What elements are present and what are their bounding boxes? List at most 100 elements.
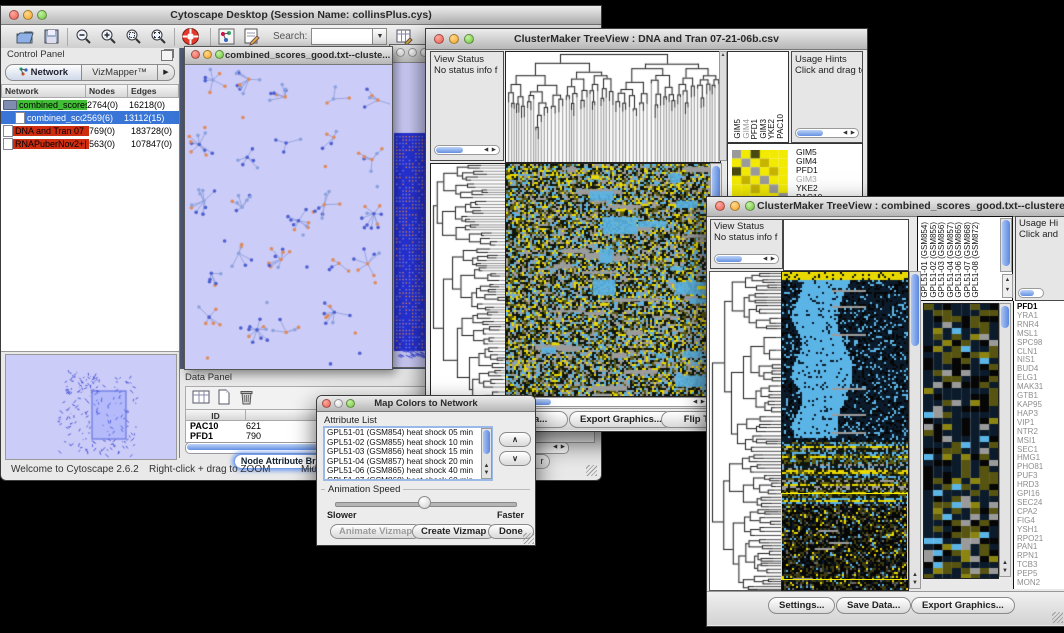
save-data-button[interactable]: Save Data... xyxy=(836,597,911,614)
tab-vizmapper[interactable]: VizMapper™ xyxy=(82,64,158,81)
zoom-out-icon[interactable] xyxy=(74,27,93,46)
network-row[interactable]: RNAPuberNov2+| 563(0) 107847(0) xyxy=(1,137,179,150)
usage-hints-panel: Usage Hi Click and xyxy=(1015,216,1064,301)
delete-attribute-icon[interactable] xyxy=(238,389,257,408)
map-colors-dialog: Map Colors to Network Attribute List GPL… xyxy=(316,395,536,546)
search-input[interactable] xyxy=(311,28,373,45)
row-dendrogram[interactable] xyxy=(709,271,783,591)
col-labels-arrows[interactable]: ▲▼ xyxy=(1002,274,1013,298)
close-icon[interactable] xyxy=(9,10,19,20)
treeview-combined-window: ClusterMaker TreeView : combined_scores_… xyxy=(706,196,1064,627)
resize-grip[interactable] xyxy=(586,465,597,476)
zoom-vscrollbar[interactable]: ▲▼ xyxy=(999,303,1011,577)
data-col-id[interactable]: ID xyxy=(186,409,246,421)
control-panel-title: Control Panel xyxy=(7,49,65,60)
minimize-icon[interactable] xyxy=(23,10,33,20)
save-icon[interactable] xyxy=(42,27,61,46)
close-icon[interactable] xyxy=(396,48,405,57)
col-dendro-scroll[interactable]: ▲ xyxy=(719,51,727,161)
animate-vizmap-button[interactable]: Animate Vizmap xyxy=(330,524,421,539)
attribute-item[interactable]: GPL51-04 (GSM857) heat shock 20 min xyxy=(325,457,491,467)
attribute-item[interactable]: GPL51-06 (GSM865) heat shock 40 min xyxy=(325,466,491,476)
close-icon[interactable] xyxy=(191,50,200,59)
column-labels-panel: GPL51-01 (GSM854) GPL51-02 (GSM855) GPL5… xyxy=(917,216,1013,301)
minimize-icon[interactable] xyxy=(408,48,417,57)
row-dendrogram[interactable] xyxy=(430,163,506,410)
zoom-selected-icon[interactable] xyxy=(124,27,143,46)
minimize-icon[interactable] xyxy=(334,399,343,408)
zoom-window-icon[interactable] xyxy=(745,201,755,211)
usage-hints-text: Click and drag tc xyxy=(792,65,862,76)
close-icon[interactable] xyxy=(434,34,444,44)
tab-more-arrow[interactable]: ▶ xyxy=(158,64,175,81)
resize-grip[interactable] xyxy=(523,533,534,544)
close-icon[interactable] xyxy=(322,399,331,408)
view-status-text: No status info f xyxy=(431,65,503,76)
net-col-nodes[interactable]: Nodes xyxy=(86,84,128,98)
gene-label[interactable]: MON2 xyxy=(1017,579,1064,588)
status-hscrollbar[interactable]: ◀ ▶ xyxy=(714,254,779,264)
main-titlebar[interactable]: Cytoscape Desktop (Session Name: collins… xyxy=(1,6,601,25)
animation-speed-group: Animation Speed Slower Faster xyxy=(321,489,530,520)
minimize-icon[interactable] xyxy=(449,34,459,44)
status-hscrollbar[interactable]: ◀ ▶ xyxy=(434,145,500,155)
tab-network[interactable]: Network xyxy=(5,64,82,81)
zoom-window-icon[interactable] xyxy=(346,399,355,408)
net-col-network[interactable]: Network xyxy=(1,84,86,98)
zoom-in-icon[interactable] xyxy=(99,27,118,46)
attribute-list-vscrollbar[interactable]: ▲▼ xyxy=(481,428,492,479)
treeview-dna-title: ClusterMaker TreeView : DNA and Tran 07-… xyxy=(426,29,867,49)
open-file-icon[interactable] xyxy=(15,27,34,46)
attribute-item[interactable]: GPL51-03 (GSM856) heat shock 15 min xyxy=(325,447,491,457)
zoom-fit-icon[interactable] xyxy=(149,27,168,46)
attribute-list[interactable]: GPL51-01 (GSM854) heat shock 05 min GPL5… xyxy=(323,426,493,481)
create-vizmap-button[interactable]: Create Vizmap xyxy=(412,524,495,539)
birdseye-view[interactable] xyxy=(5,354,177,460)
move-down-button[interactable]: ∨ xyxy=(499,451,531,466)
faster-label: Faster xyxy=(497,510,524,520)
float-panel-icon[interactable] xyxy=(161,50,173,61)
export-graphics-button[interactable]: Export Graphics... xyxy=(569,411,673,428)
move-up-button[interactable]: ∧ xyxy=(499,432,531,447)
network-overview-icon[interactable] xyxy=(217,27,236,46)
usage-hscrollbar[interactable] xyxy=(1018,288,1044,298)
network-tab-icon xyxy=(19,67,28,76)
export-graphics-button[interactable]: Export Graphics... xyxy=(911,597,1015,614)
col-label[interactable]: PAC10 xyxy=(777,114,786,139)
usage-hints-panel: Usage Hints Click and drag tc ◀ ▶ xyxy=(791,51,863,143)
settings-button[interactable]: Settings... xyxy=(768,597,835,614)
attribute-item[interactable]: GPL51-07 (GSM868) heat shock 60 min xyxy=(325,476,491,481)
attribute-select-icon[interactable] xyxy=(192,389,211,408)
column-dendrogram[interactable] xyxy=(505,51,721,163)
speed-slider-thumb[interactable] xyxy=(418,496,431,509)
zoom-heatmap-matrix[interactable] xyxy=(732,150,788,202)
resize-grip[interactable] xyxy=(1052,612,1063,623)
minimize-icon[interactable] xyxy=(730,201,740,211)
close-icon[interactable] xyxy=(715,201,725,211)
annotation-icon[interactable] xyxy=(242,27,261,46)
help-lifebuoy-icon[interactable] xyxy=(181,27,200,46)
usage-hscrollbar[interactable]: ◀ ▶ xyxy=(795,128,859,138)
network-row[interactable]: combined_scores 2764(0) 16218(0) xyxy=(1,98,179,111)
zoom-window-icon[interactable] xyxy=(215,50,224,59)
zoom-window-icon[interactable] xyxy=(464,34,474,44)
col-label[interactable]: GPL51-08 (GSM872) xyxy=(972,222,981,298)
attribute-item[interactable]: GPL51-02 (GSM855) heat shock 10 min xyxy=(325,438,491,448)
net-col-edges[interactable]: Edges xyxy=(128,84,179,98)
usage-hints-label: Usage Hi xyxy=(1016,217,1064,229)
view-status-label: View Status xyxy=(711,220,782,232)
network-row-selected[interactable]: combined_sco 2569(6) 13112(15) xyxy=(1,111,179,124)
global-heatmap[interactable] xyxy=(505,163,711,397)
minimize-icon[interactable] xyxy=(203,50,212,59)
col-labels-vscrollbar[interactable] xyxy=(1000,218,1012,272)
new-attribute-icon[interactable] xyxy=(216,389,235,408)
heatmap-vscrollbar[interactable]: ▲▼ xyxy=(909,271,921,589)
network-view-canvas[interactable] xyxy=(185,65,390,368)
column-dendrogram-area[interactable] xyxy=(783,219,909,271)
search-dropdown-arrow[interactable]: ▼ xyxy=(373,28,387,45)
zoom-heatmap[interactable] xyxy=(923,303,999,579)
attribute-item[interactable]: GPL51-01 (GSM854) heat shock 05 min xyxy=(325,428,491,438)
network-row[interactable]: DNA and Tran 07 769(0) 183728(0) xyxy=(1,124,179,137)
folder-icon xyxy=(3,100,17,110)
zoom-window-icon[interactable] xyxy=(37,10,47,20)
